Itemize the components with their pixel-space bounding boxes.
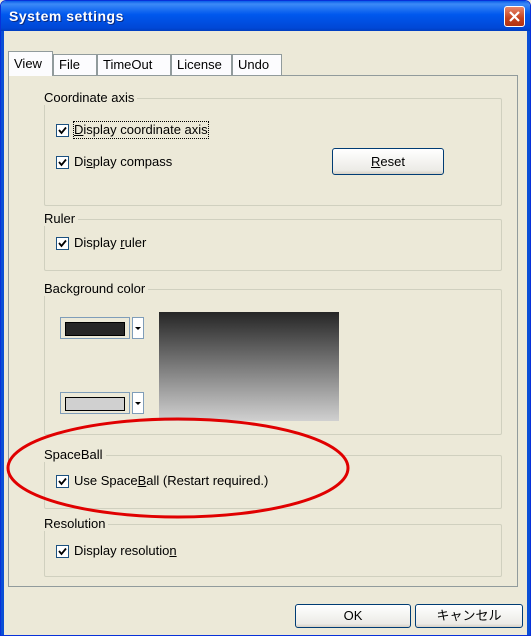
- tab-view[interactable]: View: [8, 51, 53, 76]
- checkmark-icon: [58, 547, 67, 556]
- tab-undo[interactable]: Undo: [232, 54, 282, 75]
- close-button[interactable]: [504, 6, 525, 27]
- background-gradient-preview: [159, 312, 339, 421]
- coordinate-axis-legend: Coordinate axis: [44, 90, 138, 105]
- display-resolution-label: Display resolution: [74, 543, 177, 558]
- top-color-dropdown-arrow[interactable]: [132, 317, 144, 339]
- window-title: System settings: [9, 8, 124, 24]
- reset-button[interactable]: Reset: [332, 148, 444, 175]
- tab-timeout[interactable]: TimeOut: [97, 54, 171, 75]
- checkbox-box[interactable]: [56, 545, 69, 558]
- top-color-swatch-button[interactable]: [60, 317, 130, 339]
- cancel-button[interactable]: キャンセル: [415, 604, 523, 628]
- checkbox-box[interactable]: [56, 475, 69, 488]
- checkbox-box[interactable]: [56, 124, 69, 137]
- ruler-legend: Ruler: [44, 211, 79, 226]
- resolution-legend: Resolution: [44, 516, 109, 531]
- title-bar[interactable]: System settings: [1, 1, 530, 31]
- checkmark-icon: [58, 477, 67, 486]
- window-frame-right: [527, 31, 530, 635]
- bottom-color-swatch-button[interactable]: [60, 392, 130, 414]
- checkmark-icon: [58, 239, 67, 248]
- display-ruler-label: Display ruler: [74, 235, 147, 250]
- checkbox-box[interactable]: [56, 156, 69, 169]
- checkmark-icon: [58, 126, 67, 135]
- checkmark-icon: [58, 158, 67, 167]
- system-settings-dialog: System settings View File TimeOut Licens…: [0, 0, 531, 636]
- tab-license[interactable]: License: [171, 54, 232, 75]
- bottom-color-swatch: [65, 397, 125, 411]
- display-compass-label: Display compass: [74, 154, 173, 169]
- ok-button[interactable]: OK: [295, 604, 411, 628]
- close-icon: [509, 11, 520, 22]
- display-coordinate-axis-label: Display coordinate axis: [73, 121, 209, 139]
- tab-file[interactable]: File: [53, 54, 97, 75]
- top-color-swatch: [65, 322, 125, 336]
- background-color-legend: Background color: [44, 281, 149, 296]
- checkbox-box[interactable]: [56, 237, 69, 250]
- use-spaceball-label: Use SpaceBall (Restart required.): [74, 473, 269, 488]
- bottom-color-dropdown-arrow[interactable]: [132, 392, 144, 414]
- window-frame-left: [1, 31, 4, 635]
- spaceball-legend: SpaceBall: [44, 447, 106, 462]
